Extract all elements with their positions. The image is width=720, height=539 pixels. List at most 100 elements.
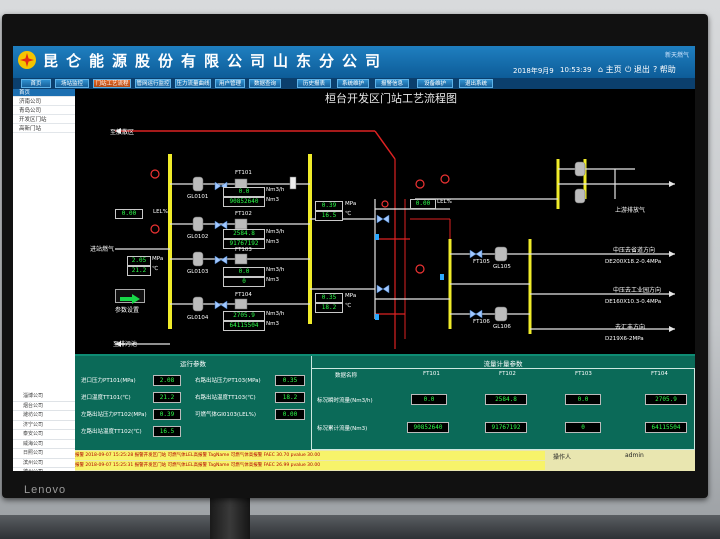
flow-header-name: 数据名称 <box>335 373 358 379</box>
param-setting-button[interactable] <box>115 289 145 304</box>
gl0103-label: GL0103 <box>187 269 209 275</box>
outlet1-pressure-value: 0.39 <box>315 201 343 211</box>
arrow-right-upstream <box>669 181 675 187</box>
run-param-value-0: 2.08 <box>153 375 181 386</box>
sidebar-company-item[interactable]: 烟台公司 <box>13 402 75 411</box>
inlet-temp-unit: ℃ <box>152 266 159 272</box>
outlet2-pressure-value: 0.35 <box>315 293 343 303</box>
ft104-total-value: 64115504 <box>223 321 265 331</box>
run-param-value-6: 0.00 <box>275 409 305 420</box>
tab-exit-system[interactable]: 退出系统 <box>459 79 493 88</box>
ft102-flow-value: 2584.8 <box>223 229 265 239</box>
sidebar-company-item[interactable]: 滨州公司 <box>13 459 75 468</box>
gl0104-label: GL0104 <box>187 315 209 321</box>
pipeline-svg <box>115 128 675 349</box>
home-icon: ⌂ <box>598 65 604 74</box>
arrow-right-1 <box>669 251 675 257</box>
ft106-label: FT106 <box>473 319 490 325</box>
tab-pressure-curve[interactable]: 压力流量曲线 <box>175 79 211 88</box>
ft102-total-unit: Nm3 <box>266 239 279 245</box>
sidebar-item-gaoxin[interactable]: 高新门站 <box>13 125 75 133</box>
gl0102-label: GL0102 <box>187 234 209 240</box>
alarm-row-1[interactable]: 报警 2018-09-07 15:25:31 报警开发区门站 可燃气体LEL高报… <box>75 461 545 470</box>
flow-header-ft103: FT103 <box>575 371 592 377</box>
branch-huifeng-name: 去汇丰方向 <box>615 324 646 331</box>
company-name: 昆仑能源股份有限公司山东分公司 <box>43 52 389 70</box>
outlet2-temp-unit: ℃ <box>345 303 352 309</box>
sidebar-company-item[interactable]: 潍坊公司 <box>13 411 75 421</box>
sidebar-company-item[interactable]: 泰安公司 <box>13 430 75 440</box>
flow-row-0-ft104: 2705.9 <box>645 394 687 405</box>
sidebar-item-jinan[interactable]: 济南公司 <box>13 98 75 106</box>
sidebar-company-item[interactable]: 德州公司 <box>13 468 75 471</box>
ft101-flow-value: 0.0 <box>223 187 265 197</box>
ft102-tag: FT102 <box>235 211 252 217</box>
flow-row-0-name: 标况瞬时流量(Nm3/h) <box>317 398 373 404</box>
sidebar-item-kaifaqu[interactable]: 开发区门站 <box>13 116 75 124</box>
inlet-pressure-value: 2.05 <box>127 256 151 266</box>
discharge-pipe-branch <box>374 130 396 160</box>
gl0101-label: GL0101 <box>187 194 209 200</box>
ft101-total-unit: Nm3 <box>266 197 279 203</box>
flow-row-1-ft102: 91767192 <box>485 422 527 433</box>
ft104-flow-value: 2705.9 <box>223 311 265 321</box>
date-display: 2018年9月9 <box>513 67 554 75</box>
sidebar-item-home[interactable]: 首页 <box>13 89 75 97</box>
tab-home[interactable]: 首页 <box>21 79 51 88</box>
nav-tabs: 首页 场站监控 门站工艺流程 管网运行监控 压力流量曲线 用户管理 数据查询 历… <box>13 78 695 89</box>
ft105-label: FT105 <box>473 259 490 265</box>
tab-device-maintain[interactable]: 设备维护 <box>417 79 453 88</box>
sidebar-company-item[interactable]: 济宁公司 <box>13 421 75 430</box>
tab-alarm-info[interactable]: 报警信息 <box>375 79 409 88</box>
run-params-title: 运行参数 <box>180 360 206 368</box>
sidebar-item-qingdao[interactable]: 青岛公司 <box>13 107 75 115</box>
ft101-total-value: 90852640 <box>223 197 265 207</box>
flow-header-ft101: FT101 <box>423 371 440 377</box>
alarm-row-0[interactable]: 报警 2018-09-07 15:25:28 报警开发区门站 可燃气体LEL高报… <box>75 451 545 460</box>
sidebar-company-item[interactable]: 日照公司 <box>13 449 75 459</box>
sewage-label: 至排污池 <box>113 341 138 348</box>
ft101-flow-unit: Nm3/h <box>266 187 285 193</box>
time-display: 10:53:39 <box>560 66 592 74</box>
tab-data-query[interactable]: 数据查询 <box>249 79 281 88</box>
scada-screen: 昆仑能源股份有限公司山东分公司 2018年9月9 10:53:39 ⌂ 主页 ⏻… <box>13 46 695 471</box>
sidebar-company-item[interactable]: 淄博公司 <box>13 392 75 402</box>
lel-left-label: LEL% <box>153 209 168 215</box>
ft104-total-unit: Nm3 <box>266 321 279 327</box>
run-param-value-1: 21.2 <box>153 392 181 403</box>
ft104-tag: FT104 <box>235 292 252 298</box>
branch-huifeng-spec: D219X6-2MPa <box>605 336 644 342</box>
home-button[interactable]: ⌂ 主页 <box>598 64 622 75</box>
tab-station-monitor[interactable]: 场站监控 <box>55 79 89 88</box>
outlet2-pressure-unit: MPa <box>345 293 357 299</box>
run-param-label-2: 左路出站压力PT102(MPa) <box>81 412 147 418</box>
logout-button[interactable]: ⏻ 退出 <box>625 64 650 75</box>
run-param-label-4: 右路出站压力PT103(MPa) <box>195 378 261 384</box>
tab-history-report[interactable]: 历史报表 <box>297 79 331 88</box>
tab-system-maintain[interactable]: 系统维护 <box>337 79 369 88</box>
tab-user-manage[interactable]: 用户管理 <box>215 79 245 88</box>
run-param-value-4: 0.35 <box>275 375 305 386</box>
flow-table <box>311 368 695 450</box>
petrochina-logo-icon <box>18 51 36 69</box>
inlet-pressure-unit: MPa <box>152 256 164 262</box>
run-param-value-2: 0.39 <box>153 409 181 420</box>
ft103-flow-unit: Nm3/h <box>266 267 285 273</box>
inlet-temp-value: 21.2 <box>127 266 151 276</box>
monitor-bezel: Lenovo 昆仑能源股份有限公司山东分公司 2018年9月9 10:53:39… <box>2 14 708 498</box>
run-param-label-1: 进口温度TT101(℃) <box>81 395 131 401</box>
tab-station-process[interactable]: 门站工艺流程 <box>93 79 131 88</box>
help-button[interactable]: ? 帮助 <box>653 64 676 75</box>
help-icon: ? <box>653 65 658 74</box>
desk-surface <box>0 515 720 539</box>
flow-params-title: 流量计量参数 <box>483 360 523 368</box>
ft102-flow-unit: Nm3/h <box>266 229 285 235</box>
run-param-label-5: 右路出站温度TT103(℃) <box>195 395 256 401</box>
run-param-label-0: 进口压力PT101(MPa) <box>81 378 136 384</box>
sidebar-company-item[interactable]: 威海公司 <box>13 440 75 449</box>
run-param-value-3: 16.5 <box>153 426 181 437</box>
arrow-right-icon <box>120 294 140 304</box>
tab-network-monitor[interactable]: 管网运行监控 <box>135 79 171 88</box>
outlet1-pressure-unit: MPa <box>345 201 357 207</box>
branch-provincial-name: 中压去省道方向 <box>613 247 656 254</box>
